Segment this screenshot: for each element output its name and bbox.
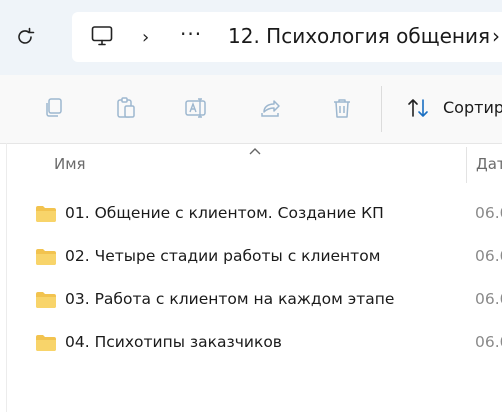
rename-icon[interactable] xyxy=(184,95,210,121)
breadcrumb-current-folder[interactable]: 12. Психология общения xyxy=(228,24,490,48)
breadcrumb-chevron-icon[interactable]: › xyxy=(142,27,149,48)
sort-button[interactable]: Сортир xyxy=(443,98,502,117)
share-icon[interactable] xyxy=(257,95,283,121)
file-name[interactable]: 02. Четыре стадии работы с клиентом xyxy=(65,247,380,265)
breadcrumb-end-chevron-icon[interactable]: › xyxy=(492,24,500,48)
command-toolbar: Сортир xyxy=(0,75,502,144)
list-item[interactable]: 01. Общение с клиентом. Создание КП 06.0 xyxy=(0,194,502,234)
sort-icon[interactable] xyxy=(406,95,432,121)
address-box[interactable]: › ··· 12. Психология общения › xyxy=(72,12,502,62)
list-item[interactable]: 03. Работа с клиентом на каждом этапе 06… xyxy=(0,280,502,320)
refresh-icon[interactable] xyxy=(12,24,38,50)
column-header-date[interactable]: Дат xyxy=(476,155,502,173)
file-name[interactable]: 01. Общение с клиентом. Создание КП xyxy=(65,204,384,222)
file-date: 06.0 xyxy=(475,204,502,222)
computer-icon[interactable] xyxy=(90,24,114,52)
file-name[interactable]: 04. Психотипы заказчиков xyxy=(65,333,282,351)
toolbar-divider xyxy=(381,86,382,132)
column-header-name[interactable]: Имя xyxy=(54,155,86,173)
pane-divider xyxy=(6,143,7,412)
folder-icon xyxy=(35,334,57,356)
file-date: 06.0 xyxy=(475,290,502,308)
sort-ascending-icon xyxy=(248,141,262,160)
delete-icon[interactable] xyxy=(329,95,355,121)
address-bar-area: › ··· 12. Психология общения › xyxy=(0,0,502,75)
column-divider[interactable] xyxy=(466,147,467,183)
file-date: 06.0 xyxy=(475,333,502,351)
file-date: 06.0 xyxy=(475,247,502,265)
file-name[interactable]: 03. Работа с клиентом на каждом этапе xyxy=(65,290,394,308)
copy-icon[interactable] xyxy=(41,95,67,121)
paste-icon[interactable] xyxy=(113,95,139,121)
folder-icon xyxy=(35,291,57,313)
folder-icon xyxy=(35,248,57,270)
list-item[interactable]: 04. Психотипы заказчиков 06.0 xyxy=(0,323,502,363)
more-breadcrumbs-button[interactable]: ··· xyxy=(180,22,202,46)
list-item[interactable]: 02. Четыре стадии работы с клиентом 06.0 xyxy=(0,237,502,277)
folder-icon xyxy=(35,205,57,227)
